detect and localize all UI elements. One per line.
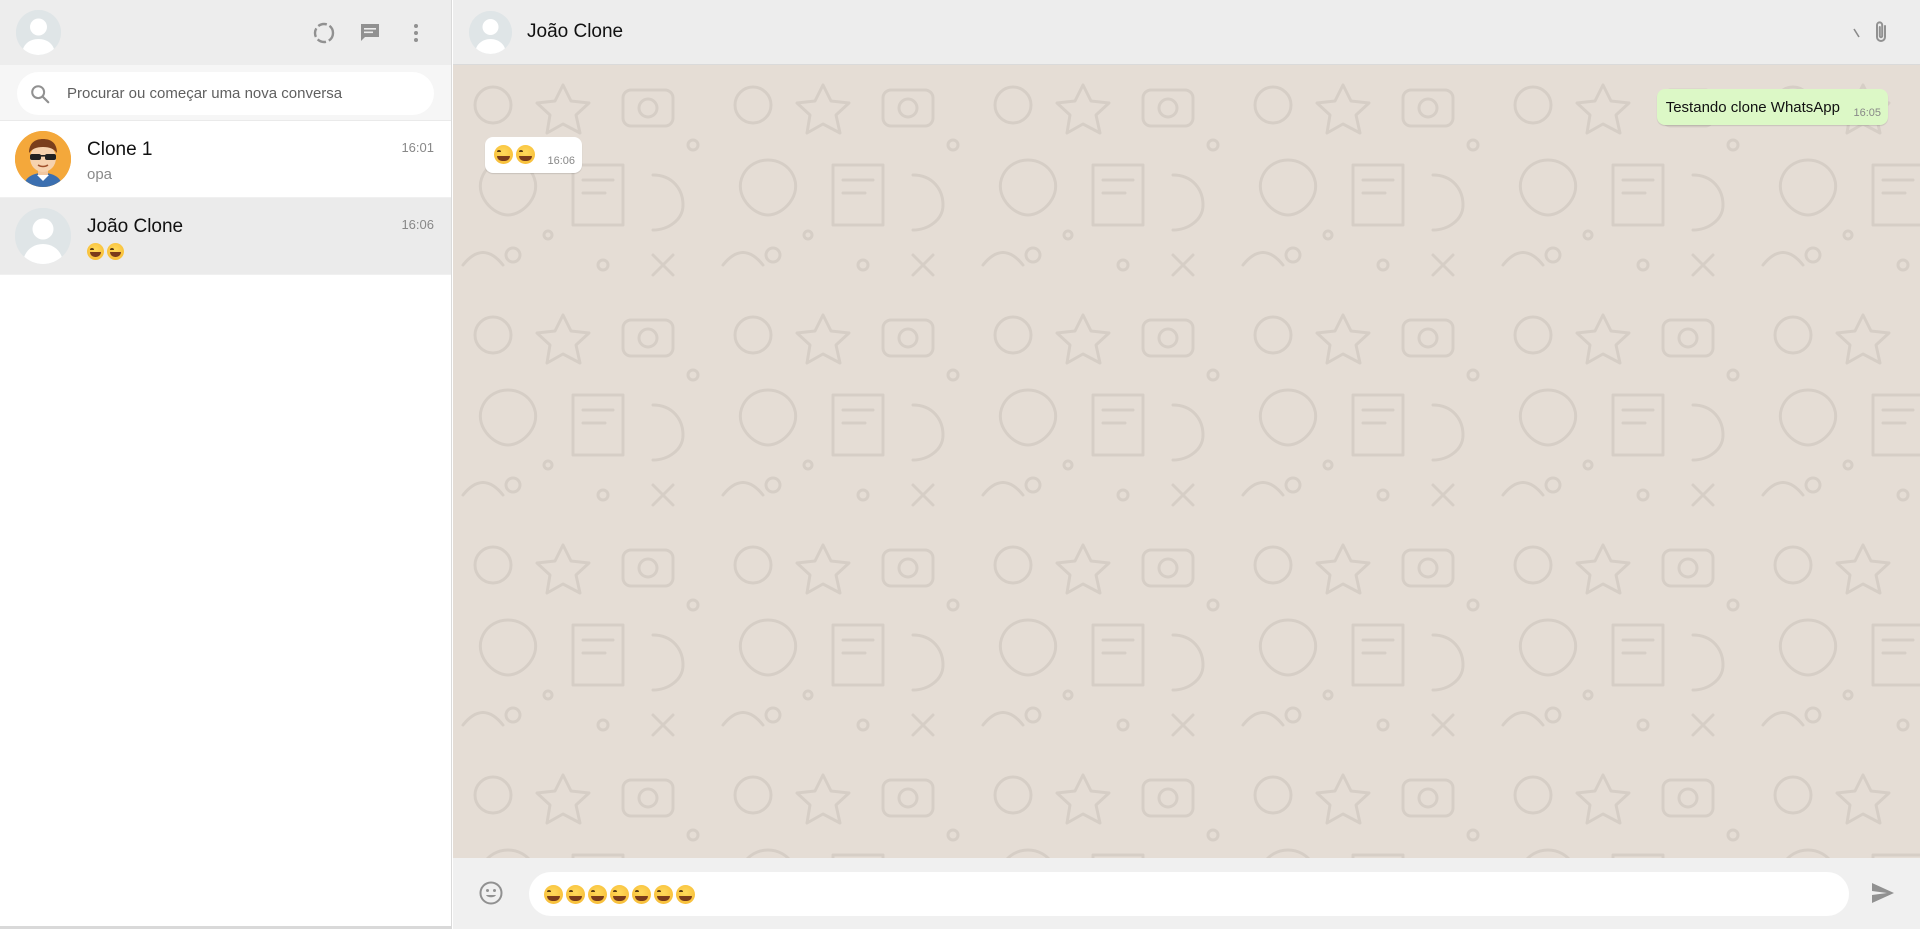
message-area[interactable]: Testando clone WhatsApp 16:05 16:06 bbox=[453, 65, 1920, 858]
chat-item-joao-clone[interactable]: João Clone 16:06 bbox=[0, 198, 451, 275]
conversation-panel: João Clone Testando clone WhatsApp 16:05… bbox=[453, 0, 1920, 929]
paperclip-icon[interactable] bbox=[1868, 20, 1894, 46]
grin-emoji-icon bbox=[588, 884, 607, 904]
grin-emoji-icon bbox=[566, 884, 585, 904]
sidebar-header bbox=[0, 0, 451, 65]
grin-emoji-icon bbox=[544, 884, 563, 904]
laughing-emoji-icon bbox=[516, 145, 535, 164]
chat-item-clone-1[interactable]: Clone 1 16:01 opa bbox=[0, 121, 451, 198]
composer bbox=[453, 858, 1920, 929]
send-icon[interactable] bbox=[1870, 880, 1896, 906]
search-input[interactable] bbox=[67, 85, 407, 102]
chat-item-body: Clone 1 16:01 opa bbox=[87, 121, 451, 198]
chat-time: 16:06 bbox=[401, 216, 434, 232]
smile-icon[interactable] bbox=[478, 880, 504, 906]
search-icon bbox=[31, 84, 50, 103]
sidebar-actions bbox=[311, 0, 429, 65]
chat-wallpaper bbox=[453, 65, 1920, 858]
my-avatar[interactable] bbox=[16, 10, 61, 55]
chat-item-body: João Clone 16:06 bbox=[87, 198, 451, 275]
status-icon[interactable] bbox=[311, 20, 337, 46]
grin-emoji-icon bbox=[632, 884, 651, 904]
message-time: 16:05 bbox=[1853, 107, 1881, 119]
message-icon[interactable] bbox=[357, 20, 383, 46]
menu-dots-icon[interactable] bbox=[403, 20, 429, 46]
outgoing-message[interactable]: Testando clone WhatsApp 16:05 bbox=[1656, 89, 1888, 125]
cartoon-avatar bbox=[15, 131, 71, 187]
message-time: 16:06 bbox=[547, 155, 575, 167]
grin-emoji-icon bbox=[610, 884, 629, 904]
grin-emoji-icon bbox=[676, 884, 695, 904]
incoming-message[interactable]: 16:06 bbox=[485, 137, 582, 173]
sidebar: Clone 1 16:01 opa João Clone 16:06 bbox=[0, 0, 452, 929]
message-text: Testando clone WhatsApp bbox=[1665, 99, 1840, 116]
laughing-emoji-icon bbox=[107, 243, 124, 261]
message-input[interactable] bbox=[529, 872, 1849, 916]
laughing-emoji-icon bbox=[494, 145, 513, 164]
search-box bbox=[17, 72, 434, 115]
chat-time: 16:01 bbox=[401, 139, 434, 155]
conversation-actions bbox=[1852, 0, 1894, 65]
chat-list: Clone 1 16:01 opa João Clone 16:06 bbox=[0, 121, 451, 275]
contact-name[interactable]: João Clone bbox=[527, 21, 623, 43]
contact-avatar[interactable] bbox=[469, 10, 512, 54]
chat-name: João Clone bbox=[87, 215, 184, 237]
chat-last-message bbox=[87, 243, 127, 261]
grin-emoji-icon bbox=[654, 884, 673, 904]
conversation-header: João Clone bbox=[453, 0, 1920, 65]
search-bar bbox=[0, 65, 451, 121]
default-avatar bbox=[15, 208, 71, 264]
chat-last-message: opa bbox=[87, 165, 113, 183]
laughing-emoji-icon bbox=[87, 243, 104, 261]
chat-name: Clone 1 bbox=[87, 138, 153, 160]
loading-icon bbox=[1852, 20, 1862, 46]
